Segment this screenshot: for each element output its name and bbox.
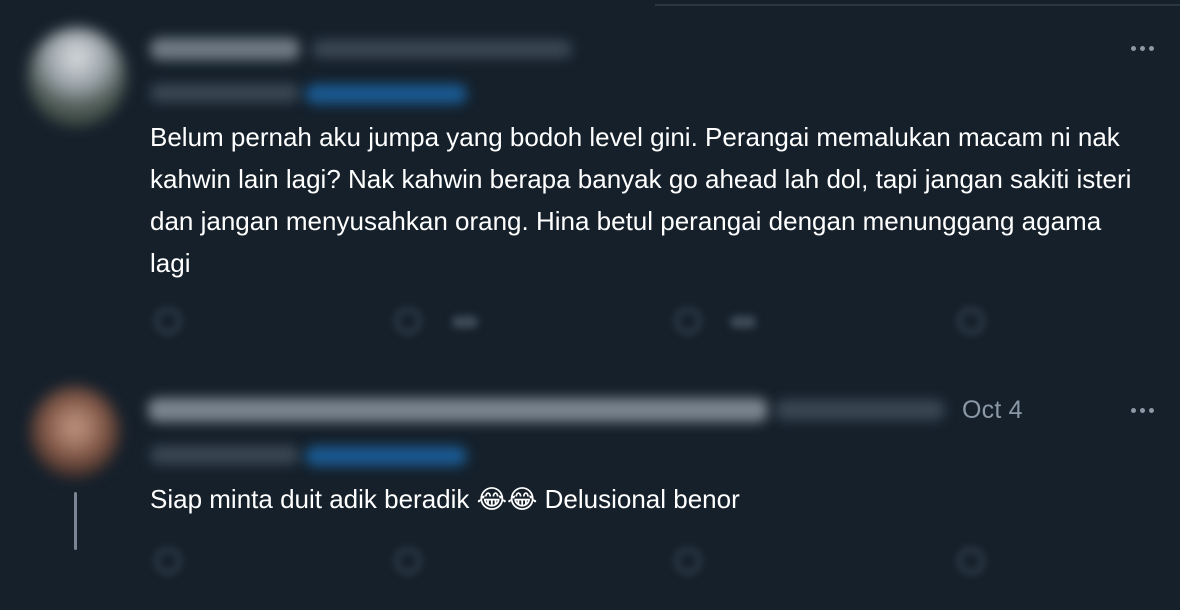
replying-to-blurred xyxy=(150,446,300,464)
replying-to-blurred xyxy=(150,84,300,102)
tweet-reply-1[interactable]: Belum pernah aku jumpa yang bodoh level … xyxy=(0,0,1180,370)
retweet-count-blurred xyxy=(452,316,478,328)
share-icon[interactable] xyxy=(958,308,984,334)
more-horizontal-icon[interactable] xyxy=(1126,38,1158,58)
author-handle-blurred[interactable] xyxy=(312,40,572,58)
author-handle-blurred[interactable] xyxy=(775,400,945,420)
share-icon[interactable] xyxy=(958,548,984,574)
retweet-icon[interactable] xyxy=(395,548,421,574)
tweet-actions xyxy=(0,300,1180,340)
author-name-blurred[interactable] xyxy=(148,398,768,422)
like-icon[interactable] xyxy=(675,548,701,574)
avatar[interactable] xyxy=(28,28,126,126)
like-count-blurred xyxy=(730,316,756,328)
tweet-text: Belum pernah aku jumpa yang bodoh level … xyxy=(150,122,1132,278)
face-with-tears-of-joy-icon: 😂😂 xyxy=(476,485,538,515)
more-horizontal-icon[interactable] xyxy=(1126,400,1158,420)
tweet-text: Siap minta duit adik beradik 😂😂 Delusion… xyxy=(150,478,1140,521)
tweet-date[interactable]: Oct 4 xyxy=(962,396,1023,425)
tweet-actions xyxy=(0,540,1180,580)
tweet-text-part: Delusional benor xyxy=(537,484,740,514)
tweet-text-part: Siap minta duit adik beradik xyxy=(150,484,477,514)
retweet-icon[interactable] xyxy=(395,308,421,334)
reply-icon[interactable] xyxy=(155,548,181,574)
reply-icon[interactable] xyxy=(155,308,181,334)
mention-link-blurred[interactable] xyxy=(305,446,467,466)
author-name-blurred[interactable] xyxy=(150,38,300,60)
like-icon[interactable] xyxy=(675,308,701,334)
avatar[interactable] xyxy=(30,386,120,478)
mention-link-blurred[interactable] xyxy=(305,84,467,104)
